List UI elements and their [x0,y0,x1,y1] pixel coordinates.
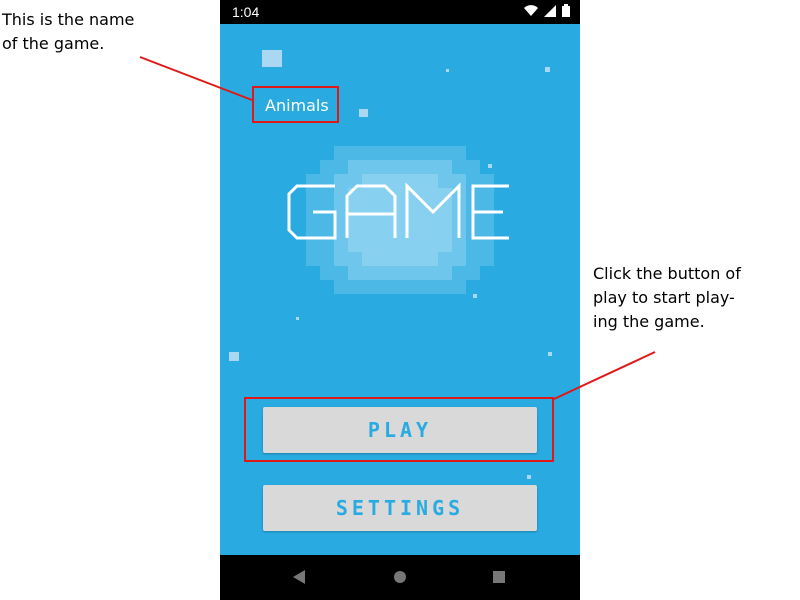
signal-icon [544,4,556,17]
back-icon[interactable] [293,570,305,584]
wifi-icon [524,4,538,16]
pixel-particle [545,67,550,72]
play-button-highlight [244,397,554,462]
game-title-text [287,182,509,240]
game-name-annotation: This is the name of the game. [2,10,135,53]
pixel-particle [359,109,368,117]
pixel-particle [262,50,282,67]
status-bar: 1:04 [220,0,580,24]
nav-bar [220,555,580,600]
status-time: 1:04 [232,4,260,20]
pixel-particle [229,352,239,361]
pixel-particle [488,164,492,168]
game-title [285,172,515,252]
pixel-particle [296,317,299,320]
settings-button[interactable]: SETTINGS [263,485,537,531]
game-name-highlight [252,86,339,123]
recents-icon[interactable] [493,571,505,583]
play-button-annotation: Click the button of play to start play- … [593,264,741,331]
home-icon[interactable] [394,571,406,583]
battery-icon [562,4,570,17]
pixel-particle [548,352,552,356]
pixel-particle [527,475,531,479]
pixel-particle [446,69,449,72]
pixel-particle [473,294,477,298]
